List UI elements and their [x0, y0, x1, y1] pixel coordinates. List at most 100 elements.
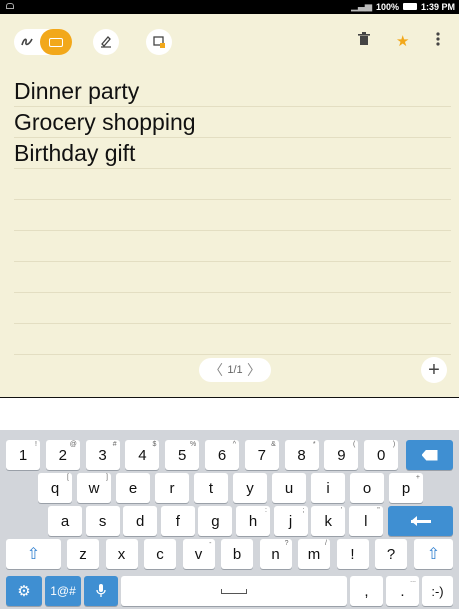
note-line-empty[interactable] — [14, 324, 451, 355]
note-line-empty[interactable] — [14, 262, 451, 293]
key-f[interactable]: f — [160, 506, 195, 536]
battery-icon — [402, 3, 417, 10]
key-i[interactable]: i — [311, 473, 345, 503]
key-m[interactable]: m / — [298, 539, 330, 569]
keyboard-mode-button[interactable] — [40, 29, 72, 55]
period-key[interactable]: . ... — [386, 576, 419, 606]
key-c[interactable]: c — [144, 539, 176, 569]
settings-key[interactable]: ⚙ — [6, 576, 42, 606]
key-k[interactable]: k ' — [311, 506, 346, 536]
key-u[interactable]: u — [272, 473, 306, 503]
backspace-key[interactable] — [406, 440, 453, 470]
key-0[interactable]: 0) — [364, 440, 399, 470]
space-key[interactable] — [121, 576, 347, 606]
more-icon[interactable] — [436, 32, 440, 50]
key-t[interactable]: t — [194, 473, 228, 503]
key-label: u — [284, 479, 294, 497]
shift-left-key[interactable]: ⇧ — [6, 539, 61, 569]
key-e[interactable]: e — [116, 473, 150, 503]
key-label: z — [79, 545, 87, 563]
key-1[interactable]: 1! — [6, 440, 40, 470]
key-label: m — [307, 545, 321, 563]
key-v[interactable]: v- — [182, 539, 215, 569]
prev-page-icon[interactable]: 〈 — [209, 360, 223, 380]
handwriting-icon[interactable] — [20, 35, 34, 49]
key-w[interactable]: w] — [77, 473, 111, 503]
key-s[interactable]: s — [85, 506, 120, 536]
note-line-empty[interactable] — [14, 200, 451, 231]
note-line-1[interactable]: Dinner party — [14, 76, 451, 107]
notification-icon — [6, 3, 14, 9]
note-line-empty[interactable] — [14, 231, 451, 262]
key-g[interactable]: g — [198, 506, 233, 536]
symbols-key[interactable]: 1@# — [45, 576, 81, 606]
key-8[interactable]: 8 * — [284, 440, 319, 470]
note-toolbar: ★ — [0, 14, 459, 62]
key-r[interactable]: r — [155, 473, 189, 503]
key-alt-label: * — [312, 441, 316, 448]
key-y[interactable]: y — [233, 473, 267, 503]
key-label: 8 — [297, 446, 306, 464]
key-alt-label: % — [189, 441, 197, 448]
next-page-icon[interactable]: 〉 — [247, 360, 261, 380]
key-label: w — [88, 479, 100, 497]
trash-icon[interactable] — [358, 32, 370, 50]
key-label: ! — [350, 545, 355, 563]
key-d[interactable]: d — [123, 506, 158, 536]
key-l[interactable]: l " — [348, 506, 383, 536]
key-label: v — [194, 545, 203, 563]
key-j[interactable]: j; — [273, 506, 308, 536]
note-line-empty[interactable] — [14, 169, 451, 200]
note-line-3[interactable]: Birthday gift — [14, 138, 451, 169]
key-label: 6 — [217, 446, 227, 464]
enter-key[interactable] — [388, 506, 453, 536]
backspace-icon — [421, 449, 438, 461]
comma-key[interactable]: , — [350, 576, 383, 606]
crop-button[interactable] — [146, 29, 172, 55]
key-alt-label: $ — [152, 441, 157, 448]
key-3[interactable]: 3 # — [85, 440, 120, 470]
note-line-2[interactable]: Grocery shopping — [14, 107, 451, 138]
key-5[interactable]: 5% — [165, 440, 200, 470]
key-h[interactable]: h: — [236, 506, 270, 536]
key-label: b — [232, 545, 242, 563]
pin-icon[interactable]: ★ — [396, 32, 409, 50]
key-label: e — [128, 479, 138, 497]
key-label: i — [326, 479, 330, 497]
note-line-empty[interactable] — [14, 293, 451, 324]
key-alt-label: @ — [69, 441, 77, 448]
key-alt-label: ] — [106, 474, 108, 481]
key-4[interactable]: 4 $ — [125, 440, 160, 470]
text-input-area[interactable] — [0, 397, 459, 430]
smiley-key[interactable]: :-) — [422, 576, 453, 606]
key-label: s — [98, 512, 107, 530]
keyboard-icon — [49, 37, 63, 47]
key-x[interactable]: x — [105, 539, 138, 569]
shift-right-key[interactable]: ⇧ — [414, 539, 453, 569]
draw-button[interactable] — [93, 29, 119, 55]
key-7[interactable]: 7 & — [244, 440, 279, 470]
key-q[interactable]: q[ — [38, 473, 72, 503]
key-label: g — [211, 512, 220, 530]
key-label: k — [324, 512, 332, 530]
signal-icon: ▁▃▅ — [351, 1, 372, 11]
note-lines[interactable]: Dinner party Grocery shopping Birthday g… — [14, 76, 451, 355]
key-6[interactable]: 6 ^ — [205, 440, 239, 470]
key-o[interactable]: o — [350, 473, 384, 503]
key-2[interactable]: 2 @ — [45, 440, 80, 470]
key-![interactable]: ! — [336, 539, 369, 569]
enter-icon — [410, 515, 431, 526]
key-p[interactable]: p + — [389, 473, 423, 503]
key-label: r — [169, 479, 175, 497]
key-label: c — [156, 545, 164, 563]
key-alt-label: ^ — [232, 441, 236, 448]
key-9[interactable]: 9( — [324, 440, 359, 470]
key-?[interactable]: ? — [375, 539, 407, 569]
voice-key[interactable] — [84, 576, 118, 606]
key-b[interactable]: b — [221, 539, 253, 569]
key-z[interactable]: z — [67, 539, 99, 569]
key-n[interactable]: n? — [259, 539, 292, 569]
add-page-button[interactable]: + — [421, 357, 447, 383]
key-a[interactable]: a — [48, 506, 82, 536]
key-label: 0 — [377, 446, 386, 464]
